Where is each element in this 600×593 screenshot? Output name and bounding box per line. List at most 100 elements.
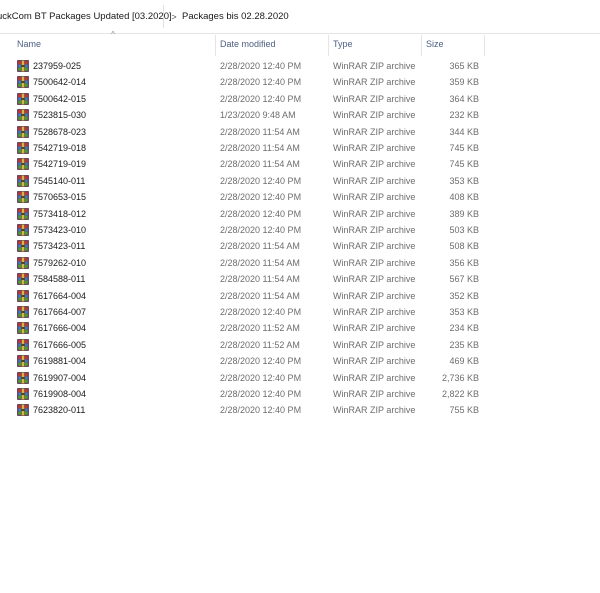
- winrar-archive-icon: [17, 404, 29, 417]
- winrar-archive-icon: [17, 371, 29, 384]
- chevron-right-icon[interactable]: >: [168, 11, 180, 23]
- file-date-modified: 2/28/2020 11:54 AM: [220, 143, 300, 153]
- sort-ascending-icon: ^: [111, 30, 115, 39]
- file-size: 408 KB: [449, 192, 479, 203]
- file-type: WinRAR ZIP archive: [333, 323, 416, 334]
- file-type: WinRAR ZIP archive: [333, 307, 416, 317]
- column-header-type[interactable]: Type: [333, 33, 353, 56]
- breadcrumb-current-folder[interactable]: Packages bis 02.28.2020: [182, 10, 289, 24]
- file-type: WinRAR ZIP archive: [333, 257, 416, 268]
- file-type: WinRAR ZIP archive: [333, 372, 416, 383]
- file-name: 7542719-018: [33, 143, 87, 153]
- file-name: 7617664-007: [33, 307, 87, 317]
- file-name: 7619908-004: [33, 389, 87, 399]
- winrar-archive-icon: [17, 355, 29, 367]
- table-row[interactable]: 7617666-005 2/28/2020 11:52 AM WinRAR ZIP …: [0, 337, 600, 353]
- table-row[interactable]: 7573423-010 2/28/2020 12:40 PM WinRAR ZIP …: [0, 222, 600, 238]
- file-name: 7545140-011: [33, 175, 86, 186]
- file-date-modified: 2/28/2020 12:40 PM: [220, 61, 302, 71]
- column-resize-handle[interactable]: [215, 35, 216, 56]
- table-row[interactable]: 7542719-018 2/28/2020 11:54 AM WinRAR ZIP …: [0, 140, 600, 156]
- file-type: WinRAR ZIP archive: [333, 93, 416, 104]
- file-date-modified: 2/28/2020 11:54 AM: [220, 159, 300, 170]
- file-date-modified: 2/28/2020 12:40 PM: [220, 175, 302, 186]
- file-size: 352 KB: [449, 290, 479, 301]
- column-header-name[interactable]: Name: [17, 33, 41, 56]
- column-resize-handle[interactable]: [421, 35, 422, 56]
- file-size: 2,822 KB: [441, 389, 479, 399]
- table-row[interactable]: 7579262-010 2/28/2020 11:54 AM WinRAR ZIP …: [0, 255, 600, 271]
- file-size: 353 KB: [449, 307, 479, 317]
- table-row[interactable]: 237959-025 2/28/2020 12:40 PM WinRAR ZIP a…: [0, 58, 600, 74]
- table-row[interactable]: 7584588-011 2/28/2020 11:54 AM WinRAR ZIP …: [0, 271, 600, 287]
- file-name: 7617666-005: [33, 339, 87, 350]
- winrar-archive-icon: [17, 158, 29, 171]
- file-type: WinRAR ZIP archive: [333, 225, 416, 235]
- file-date-modified: 1/23/2020 9:48 AM: [220, 110, 296, 121]
- file-date-modified: 2/28/2020 12:40 PM: [220, 208, 302, 219]
- table-row[interactable]: 7500642-014 2/28/2020 12:40 PM WinRAR ZIP …: [0, 74, 600, 90]
- table-row[interactable]: 7617664-007 2/28/2020 12:40 PM WinRAR ZIP …: [0, 304, 600, 320]
- file-type: WinRAR ZIP archive: [333, 192, 416, 203]
- file-date-modified: 2/28/2020 11:54 AM: [220, 274, 300, 285]
- file-date-modified: 2/28/2020 12:40 PM: [220, 192, 302, 203]
- file-type: WinRAR ZIP archive: [333, 405, 416, 416]
- breadcrumb-divider: [163, 5, 164, 28]
- file-date-modified: 2/28/2020 12:40 PM: [220, 389, 302, 399]
- file-size: 234 KB: [449, 323, 479, 334]
- file-type: WinRAR ZIP archive: [333, 208, 416, 219]
- file-date-modified: 2/28/2020 11:54 AM: [220, 257, 300, 268]
- file-explorer-window: uckCom BT Packages Updated [03.2020] > P…: [0, 0, 600, 593]
- file-type: WinRAR ZIP archive: [333, 77, 416, 88]
- file-name: 7500642-014: [33, 77, 87, 88]
- table-row[interactable]: 7617664-004 2/28/2020 11:54 AM WinRAR ZIP …: [0, 288, 600, 304]
- file-type: WinRAR ZIP archive: [333, 159, 416, 170]
- table-row[interactable]: 7528678-023 2/28/2020 11:54 AM WinRAR ZIP …: [0, 124, 600, 140]
- file-name: 7623820-011: [33, 405, 86, 416]
- column-resize-handle[interactable]: [328, 35, 329, 56]
- file-size: 503 KB: [449, 225, 479, 235]
- file-name: 7617664-004: [33, 290, 87, 301]
- column-header-date-modified[interactable]: Date modified: [220, 33, 276, 56]
- table-row[interactable]: 7617666-004 2/28/2020 11:52 AM WinRAR ZIP …: [0, 320, 600, 336]
- file-date-modified: 2/28/2020 11:52 AM: [220, 323, 300, 334]
- table-row[interactable]: 7500642-015 2/28/2020 12:40 PM WinRAR ZIP …: [0, 91, 600, 107]
- table-row[interactable]: 7570653-015 2/28/2020 12:40 PM WinRAR ZIP …: [0, 189, 600, 205]
- table-row[interactable]: 7619907-004 2/28/2020 12:40 PM WinRAR ZIP …: [0, 370, 600, 386]
- winrar-archive-icon: [17, 76, 29, 89]
- table-row[interactable]: 7523815-030 1/23/2020 9:48 AM WinRAR ZIP a…: [0, 107, 600, 123]
- file-size: 235 KB: [449, 339, 479, 350]
- winrar-archive-icon: [17, 388, 29, 400]
- file-date-modified: 2/28/2020 12:40 PM: [220, 307, 302, 317]
- file-type: WinRAR ZIP archive: [333, 290, 416, 301]
- table-row[interactable]: 7619881-004 2/28/2020 12:40 PM WinRAR ZIP …: [0, 353, 600, 369]
- table-row[interactable]: 7623820-011 2/28/2020 12:40 PM WinRAR ZIP …: [0, 402, 600, 418]
- breadcrumb-parent-folder[interactable]: uckCom BT Packages Updated [03.2020]: [0, 10, 172, 24]
- table-row[interactable]: 7573418-012 2/28/2020 12:40 PM WinRAR ZIP …: [0, 206, 600, 222]
- file-type: WinRAR ZIP archive: [333, 143, 416, 153]
- file-type: WinRAR ZIP archive: [333, 175, 416, 186]
- file-name: 7523815-030: [33, 110, 87, 121]
- table-row[interactable]: 7545140-011 2/28/2020 12:40 PM WinRAR ZIP …: [0, 173, 600, 189]
- file-type: WinRAR ZIP archive: [333, 274, 416, 285]
- file-size: 469 KB: [449, 356, 479, 367]
- file-name: 7573423-010: [33, 225, 87, 235]
- file-size: 353 KB: [449, 175, 479, 186]
- table-row[interactable]: 7573423-011 2/28/2020 11:54 AM WinRAR ZIP …: [0, 238, 600, 254]
- winrar-archive-icon: [17, 338, 29, 351]
- winrar-archive-icon: [17, 92, 29, 105]
- file-date-modified: 2/28/2020 11:52 AM: [220, 339, 300, 350]
- file-size: 508 KB: [449, 241, 479, 252]
- file-name: 7573423-011: [33, 241, 86, 252]
- file-name: 7570653-015: [33, 192, 87, 203]
- file-date-modified: 2/28/2020 11:54 AM: [220, 290, 300, 301]
- file-date-modified: 2/28/2020 12:40 PM: [220, 405, 302, 416]
- file-size: 389 KB: [449, 208, 479, 219]
- file-type: WinRAR ZIP archive: [333, 126, 416, 137]
- column-resize-handle[interactable]: [484, 35, 485, 56]
- file-size: 359 KB: [449, 77, 479, 88]
- table-row[interactable]: 7619908-004 2/28/2020 12:40 PM WinRAR ZIP …: [0, 386, 600, 402]
- table-row[interactable]: 7542719-019 2/28/2020 11:54 AM WinRAR ZIP …: [0, 156, 600, 172]
- column-header-size[interactable]: Size: [426, 33, 444, 56]
- file-name: 7584588-011: [33, 274, 86, 285]
